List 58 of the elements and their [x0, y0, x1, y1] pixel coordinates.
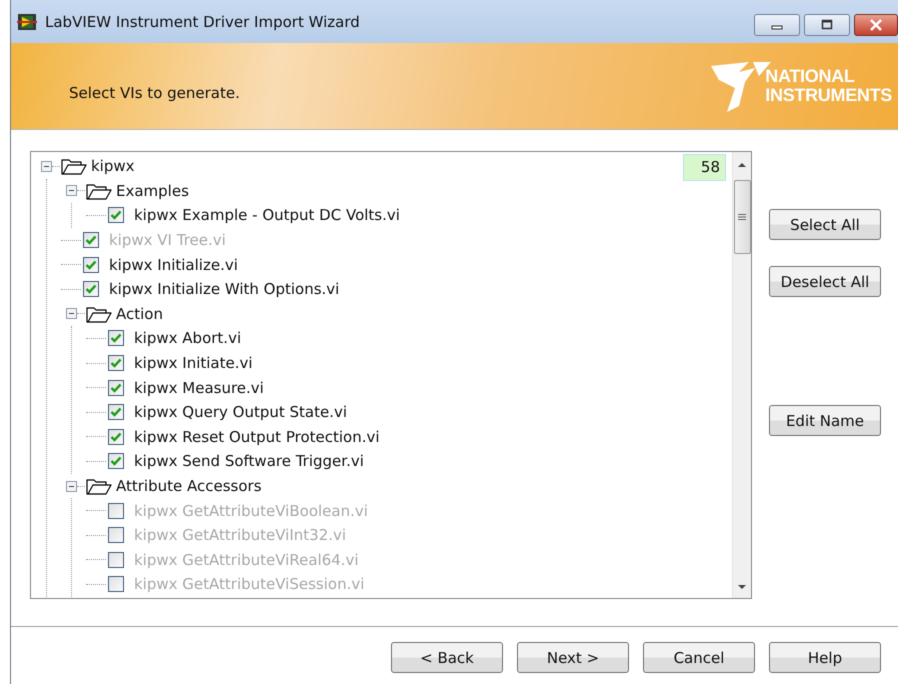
logo-text: INSTRUMENTS [765, 86, 892, 105]
logo-text: NATIONAL [765, 67, 856, 86]
wizard-button[interactable]: < Back [391, 642, 503, 673]
wizard-button[interactable]: Cancel [643, 642, 755, 673]
vi-item-label[interactable]: kipwx Example - Output DC Volts.vi [134, 206, 400, 224]
scroll-down-icon[interactable] [737, 584, 747, 590]
window-title: LabVIEW Instrument Driver Import Wizard [45, 12, 361, 30]
checkbox[interactable] [108, 404, 124, 420]
checkbox[interactable] [108, 355, 124, 372]
scrollbar[interactable] [732, 152, 751, 598]
minimize-button[interactable] [754, 14, 800, 36]
folder-label[interactable]: Action [116, 304, 163, 323]
vi-item-label[interactable]: kipwx Reset Output Protection.vi [134, 428, 380, 446]
checkmark-icon[interactable] [110, 358, 122, 368]
vi-item-label[interactable]: kipwx Query Output State.vi [134, 403, 348, 422]
checkmark-icon[interactable] [85, 284, 97, 294]
vi-item-label[interactable]: kipwx Measure.vi [134, 378, 264, 397]
grip-icon [738, 213, 746, 221]
checkmark-icon[interactable] [110, 333, 122, 344]
checkbox[interactable] [108, 428, 124, 445]
vi-item-label[interactable]: kipwx Initiate.vi [134, 354, 253, 372]
checkmark-icon[interactable] [110, 382, 122, 393]
vi-item-label[interactable]: kipwx Abort.vi [134, 329, 242, 348]
labview-icon [17, 12, 37, 30]
expander-icon[interactable] [41, 160, 52, 172]
folder-label[interactable]: Attribute Accessors [116, 477, 262, 496]
checkbox[interactable] [108, 207, 124, 224]
side-button[interactable]: Select All [769, 209, 881, 240]
checkmark-icon[interactable] [110, 432, 122, 442]
side-button[interactable]: Edit Name [769, 405, 881, 436]
close-icon [869, 19, 883, 31]
checkbox[interactable] [83, 281, 99, 298]
checkmark-icon[interactable] [110, 456, 122, 466]
count-badge: 58 [683, 154, 726, 181]
checkmark-icon[interactable] [110, 210, 122, 220]
expander-icon[interactable] [66, 308, 77, 320]
maximize-icon [820, 19, 834, 31]
scroll-thumb[interactable] [734, 180, 750, 254]
folder-label[interactable]: Examples [116, 182, 189, 200]
close-button[interactable] [854, 14, 898, 36]
side-button[interactable]: Deselect All [769, 266, 881, 297]
vi-item-label[interactable]: kipwx Send Software Trigger.vi [134, 452, 364, 470]
vi-item-label[interactable]: kipwx Initialize With Options.vi [109, 280, 340, 298]
scroll-up-icon[interactable] [737, 162, 747, 168]
checkbox[interactable] [108, 453, 124, 470]
folder-label[interactable]: kipwx [91, 157, 135, 176]
vi-item-label[interactable]: kipwx Initialize.vi [109, 256, 238, 274]
maximize-button[interactable] [804, 14, 850, 36]
checkbox[interactable] [108, 380, 124, 396]
checkmark-icon[interactable] [85, 260, 97, 270]
checkmark-icon[interactable] [110, 407, 122, 418]
checkbox[interactable] [108, 330, 124, 346]
expander-icon[interactable] [66, 185, 77, 196]
checkbox[interactable] [83, 256, 99, 273]
instruction-text: Select VIs to generate. [69, 84, 240, 102]
expander-icon[interactable] [66, 480, 77, 492]
wizard-button[interactable]: Help [769, 642, 881, 673]
wizard-button[interactable]: Next > [517, 642, 629, 673]
